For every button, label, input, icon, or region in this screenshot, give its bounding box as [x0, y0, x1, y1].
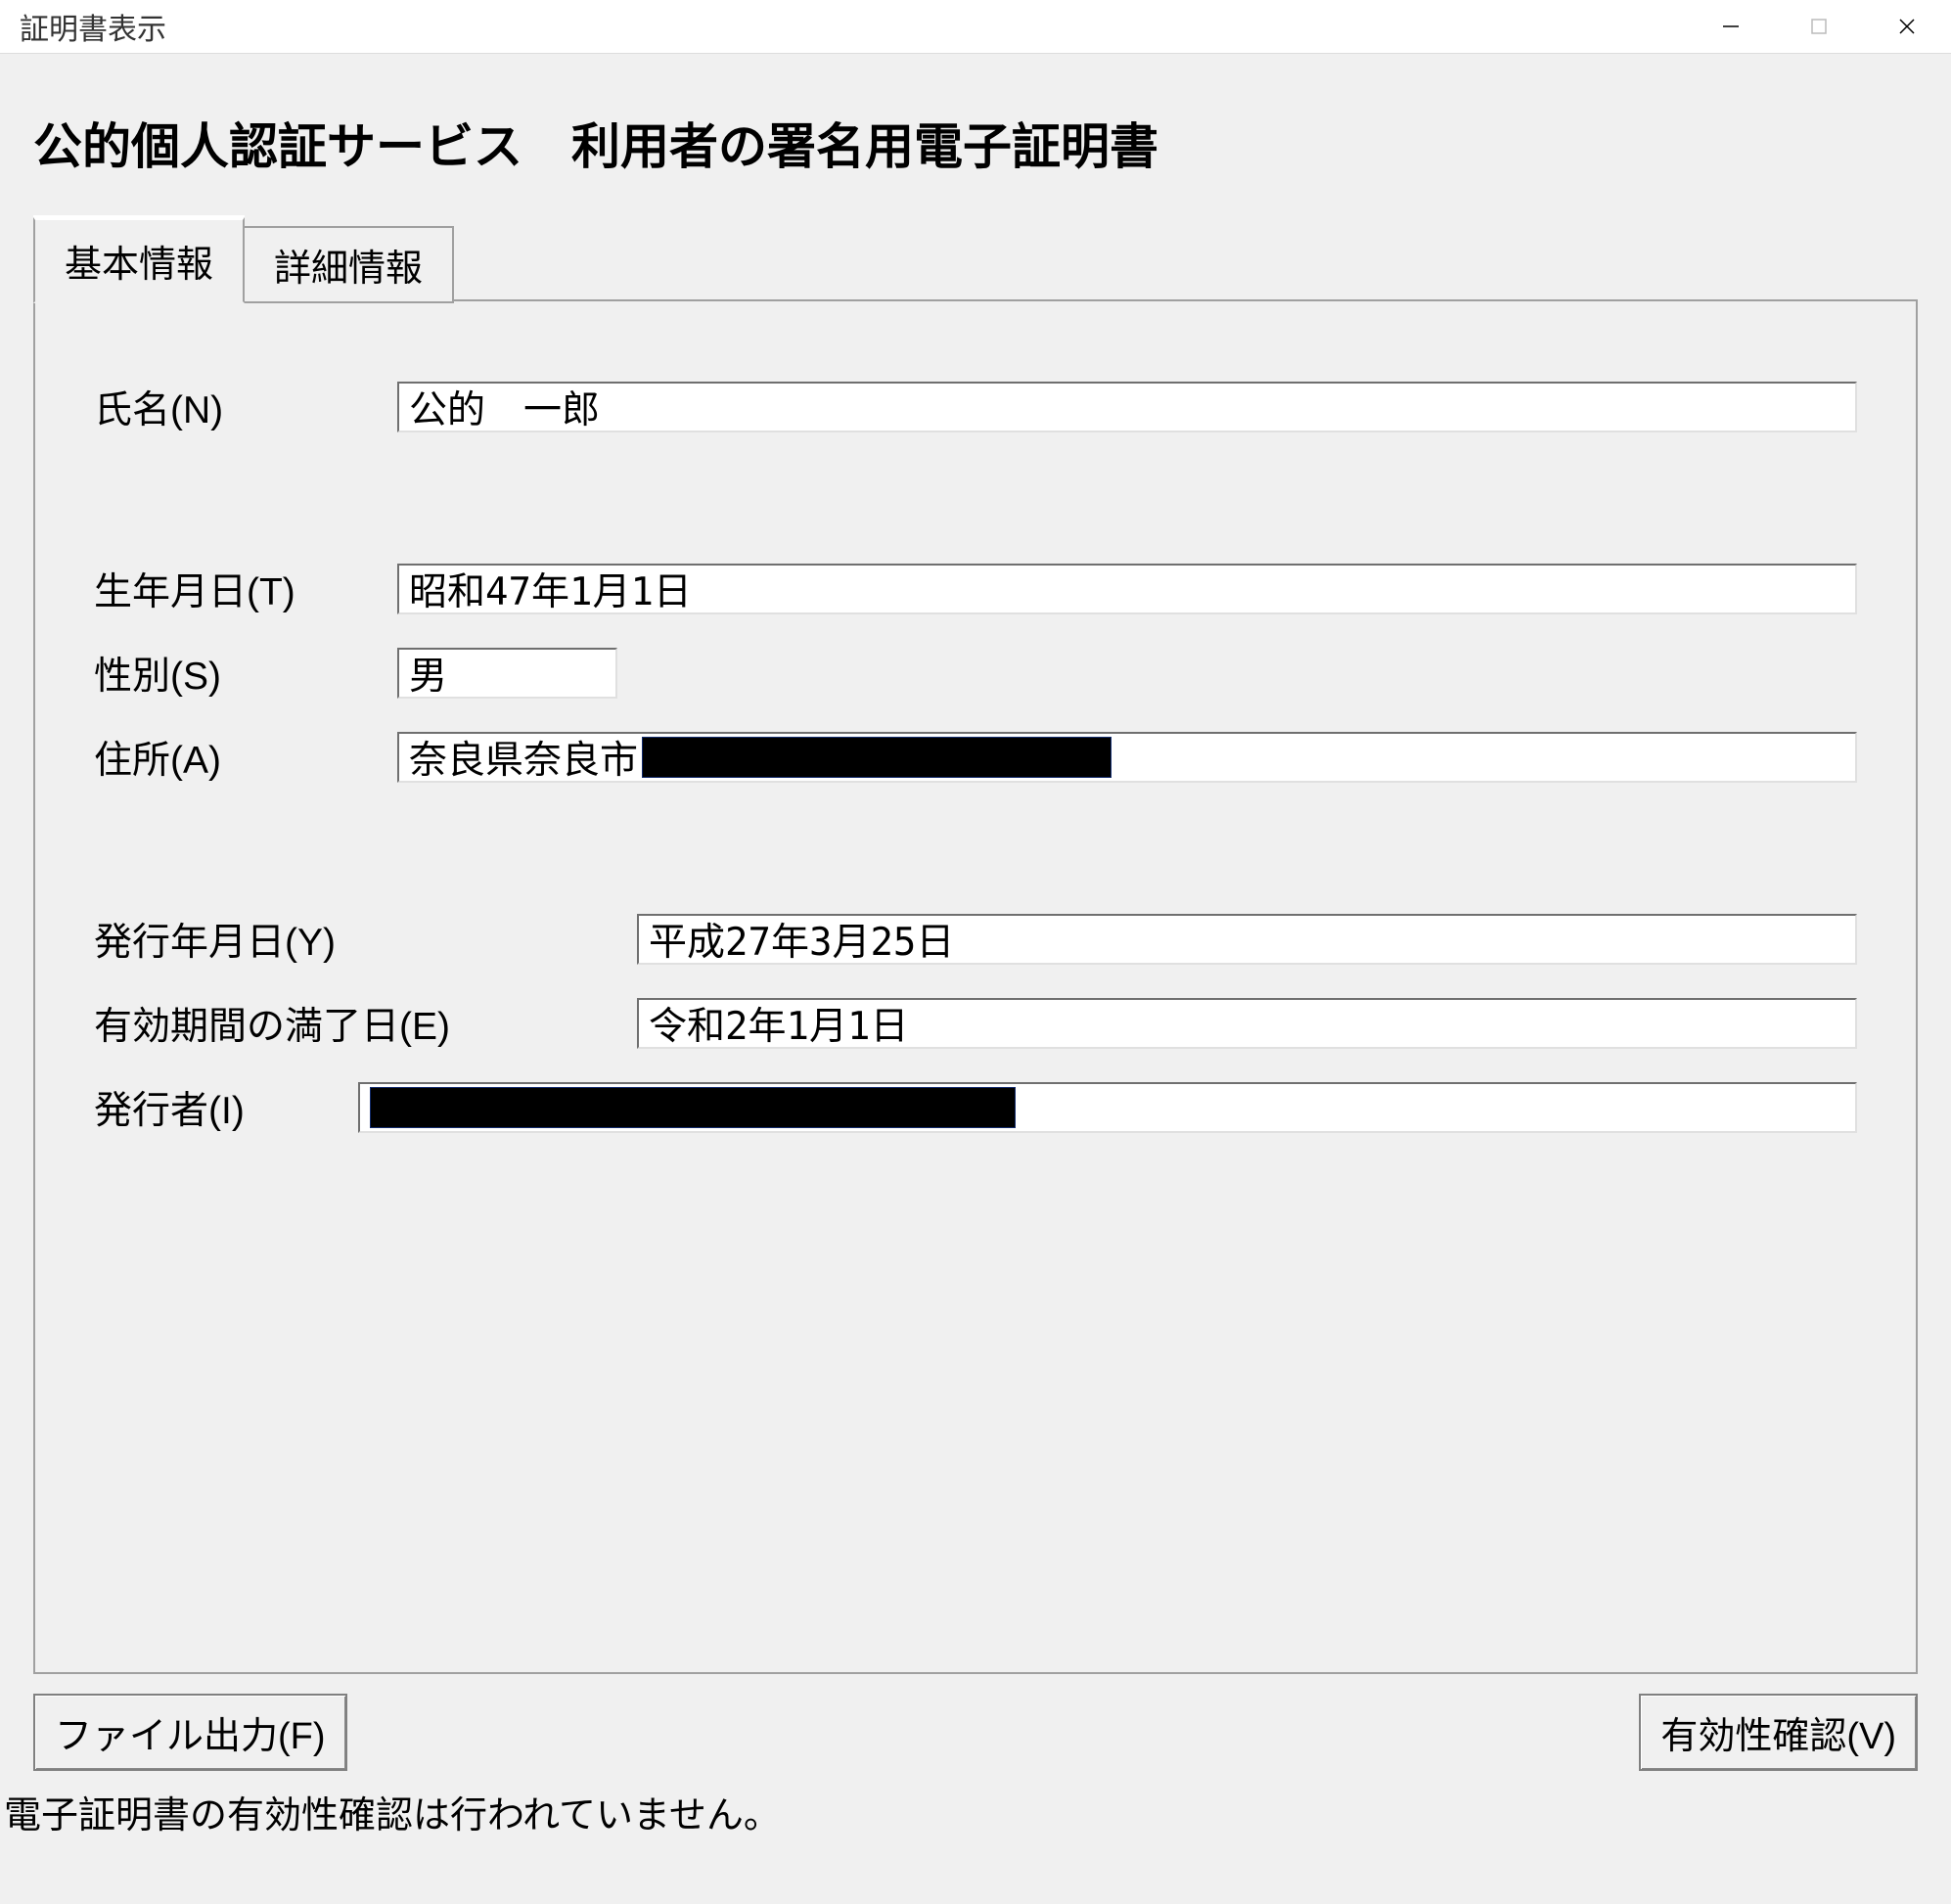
label-gender: 性別(S) — [94, 646, 397, 701]
field-issuer[interactable] — [358, 1082, 1857, 1133]
label-address: 住所(A) — [94, 730, 397, 785]
tab-detail[interactable]: 詳細情報 — [243, 226, 454, 303]
tab-basic[interactable]: 基本情報 — [33, 217, 245, 303]
file-output-button[interactable]: ファイル出力(F) — [33, 1694, 347, 1771]
field-birthdate[interactable]: 昭和47年1月1日 — [397, 564, 1857, 614]
titlebar: 証明書表示 — [0, 0, 1951, 54]
field-gender[interactable]: 男 — [397, 648, 617, 699]
status-bar: 電子証明書の有効性確認は行われていません。 — [0, 1779, 1951, 1838]
label-expiry-date: 有効期間の満了日(E) — [94, 996, 637, 1051]
label-issuer: 発行者(I) — [94, 1080, 358, 1135]
minimize-button[interactable] — [1687, 0, 1775, 53]
validity-check-button[interactable]: 有効性確認(V) — [1639, 1694, 1918, 1771]
redacted-address — [642, 737, 1112, 778]
label-birthdate: 生年月日(T) — [94, 562, 397, 616]
maximize-button[interactable] — [1775, 0, 1863, 53]
label-issue-date: 発行年月日(Y) — [94, 912, 637, 967]
field-issue-date[interactable]: 平成27年3月25日 — [637, 914, 1857, 965]
tabs: 基本情報 詳細情報 — [33, 217, 1918, 301]
window-title: 証明書表示 — [20, 5, 1687, 48]
field-expiry-date[interactable]: 令和2年1月1日 — [637, 998, 1857, 1049]
window-controls — [1687, 0, 1951, 53]
field-name[interactable]: 公的 一郎 — [397, 382, 1857, 432]
redacted-issuer — [370, 1087, 1016, 1128]
label-name: 氏名(N) — [94, 380, 397, 434]
field-address[interactable]: 奈良県奈良市 — [397, 732, 1857, 783]
page-title: 公的個人認証サービス 利用者の署名用電子証明書 — [0, 54, 1951, 217]
field-address-visible: 奈良県奈良市 — [409, 732, 638, 783]
tab-panel-basic: 氏名(N) 公的 一郎 生年月日(T) 昭和47年1月1日 性別(S) 男 住所… — [33, 299, 1918, 1674]
close-button[interactable] — [1863, 0, 1951, 53]
